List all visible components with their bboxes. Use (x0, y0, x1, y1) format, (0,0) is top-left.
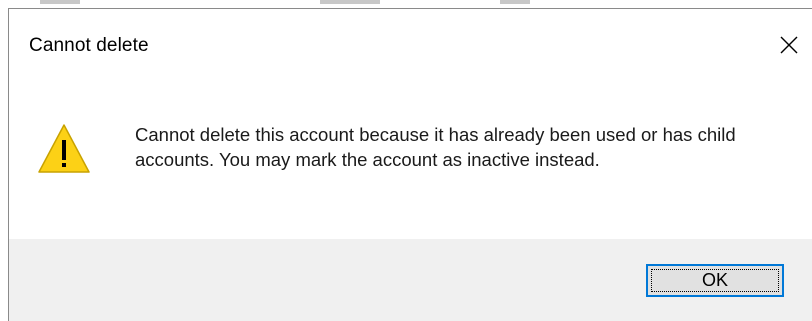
close-button[interactable] (766, 27, 812, 63)
background-fragment (500, 0, 530, 4)
dialog-footer: OK (9, 239, 812, 321)
screen: Cannot delete Cannot delete this account… (0, 0, 812, 321)
background-fragment (40, 0, 80, 4)
dialog-title: Cannot delete (29, 35, 149, 56)
background-window-edge (0, 0, 812, 8)
close-icon (780, 36, 798, 54)
ok-button[interactable]: OK (646, 264, 784, 297)
warning-icon (38, 124, 90, 173)
ok-button-label: OK (701, 270, 728, 290)
dialog-message: Cannot delete this account because it ha… (135, 124, 736, 170)
message-dialog: Cannot delete Cannot delete this account… (8, 8, 812, 321)
dialog-content: Cannot delete this account because it ha… (9, 79, 812, 239)
background-fragment (320, 0, 380, 4)
dialog-titlebar[interactable]: Cannot delete (9, 9, 812, 79)
